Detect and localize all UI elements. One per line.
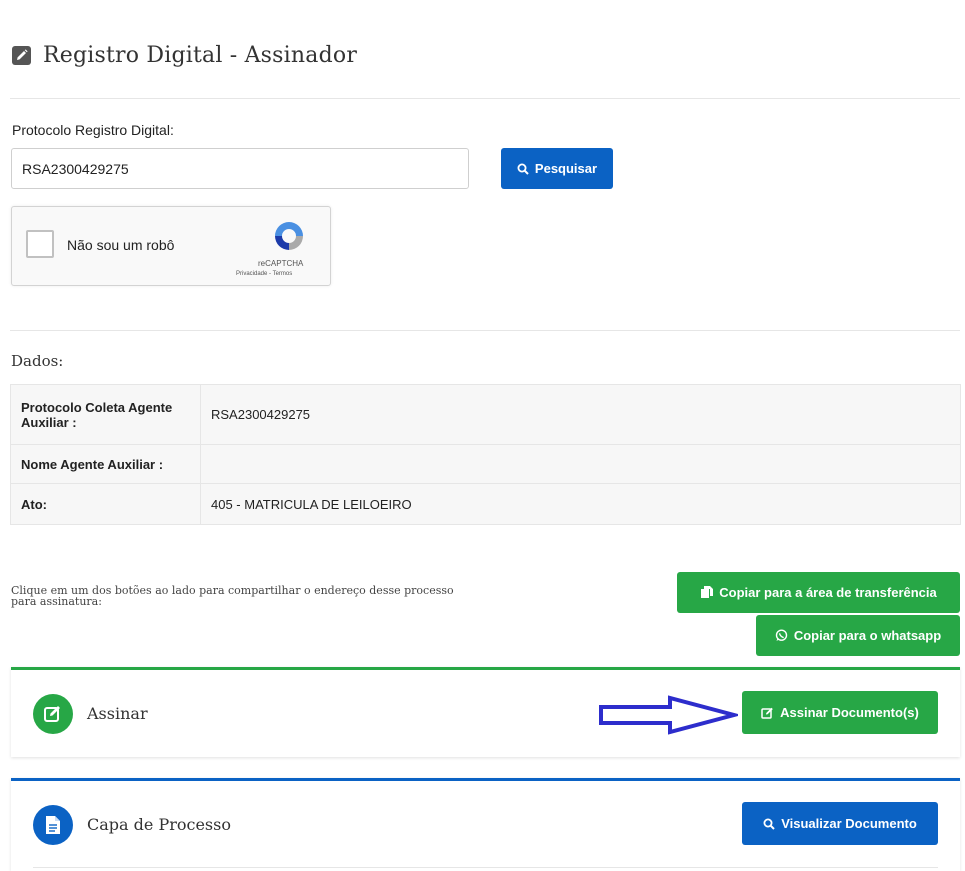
- recaptcha-logo-icon: [275, 222, 303, 250]
- row-value: [200, 444, 961, 484]
- view-document-label: Visualizar Documento: [781, 816, 917, 831]
- row-value: 405 - MATRICULA DE LEILOEIRO: [200, 483, 961, 525]
- search-button[interactable]: Pesquisar: [501, 148, 613, 189]
- table-row: Nome Agente Auxiliar :: [10, 444, 961, 484]
- document-icon: [33, 805, 73, 845]
- row-key: Protocolo Coleta Agente Auxiliar :: [10, 384, 201, 445]
- recaptcha-label: Não sou um robô: [67, 237, 175, 253]
- row-value: RSA2300429275: [200, 384, 961, 445]
- recaptcha-widget: Não sou um robô reCAPTCHA Privacidade - …: [11, 206, 331, 286]
- whatsapp-icon: [775, 629, 788, 641]
- share-instructions: Clique em um dos botões ao lado para com…: [11, 584, 454, 608]
- recaptcha-brand: reCAPTCHA: [258, 259, 304, 268]
- page-title: Registro Digital - Assinador: [12, 40, 357, 70]
- search-icon: [763, 818, 775, 830]
- sign-documents-button[interactable]: Assinar Documento(s): [742, 691, 938, 734]
- divider: [33, 867, 938, 868]
- table-row: Ato: 405 - MATRICULA DE LEILOEIRO: [10, 483, 961, 525]
- capa-title: Capa de Processo: [87, 815, 231, 834]
- dados-table: Protocolo Coleta Agente Auxiliar : RSA23…: [10, 384, 961, 525]
- copy-whatsapp-button[interactable]: Copiar para o whatsapp: [756, 615, 960, 656]
- copy-icon: [701, 586, 714, 598]
- table-row: Protocolo Coleta Agente Auxiliar : RSA23…: [10, 384, 961, 445]
- edit-icon: [761, 707, 773, 719]
- sign-documents-label: Assinar Documento(s): [780, 705, 919, 720]
- copy-clipboard-label: Copiar para a área de transferência: [719, 585, 937, 600]
- divider: [10, 330, 960, 331]
- edit-icon: [33, 694, 73, 734]
- copy-whatsapp-label: Copiar para o whatsapp: [793, 628, 942, 643]
- row-key: Ato:: [10, 483, 201, 525]
- row-key: Nome Agente Auxiliar :: [10, 444, 201, 484]
- annotation-arrow-icon: [599, 695, 738, 735]
- search-button-label: Pesquisar: [534, 161, 598, 176]
- pencil-square-icon: [12, 45, 31, 65]
- protocol-label: Protocolo Registro Digital:: [12, 122, 174, 138]
- assinar-title: Assinar: [87, 704, 148, 723]
- dados-title: Dados:: [11, 352, 64, 370]
- recaptcha-terms-link[interactable]: Privacidade - Termos: [236, 271, 292, 277]
- view-document-button[interactable]: Visualizar Documento: [742, 802, 938, 845]
- search-icon: [517, 163, 529, 175]
- copy-clipboard-button[interactable]: Copiar para a área de transferência: [677, 572, 960, 613]
- divider: [10, 98, 960, 99]
- page-title-text: Registro Digital - Assinador: [43, 42, 358, 68]
- recaptcha-checkbox[interactable]: [26, 230, 54, 258]
- protocol-input[interactable]: [11, 148, 469, 189]
